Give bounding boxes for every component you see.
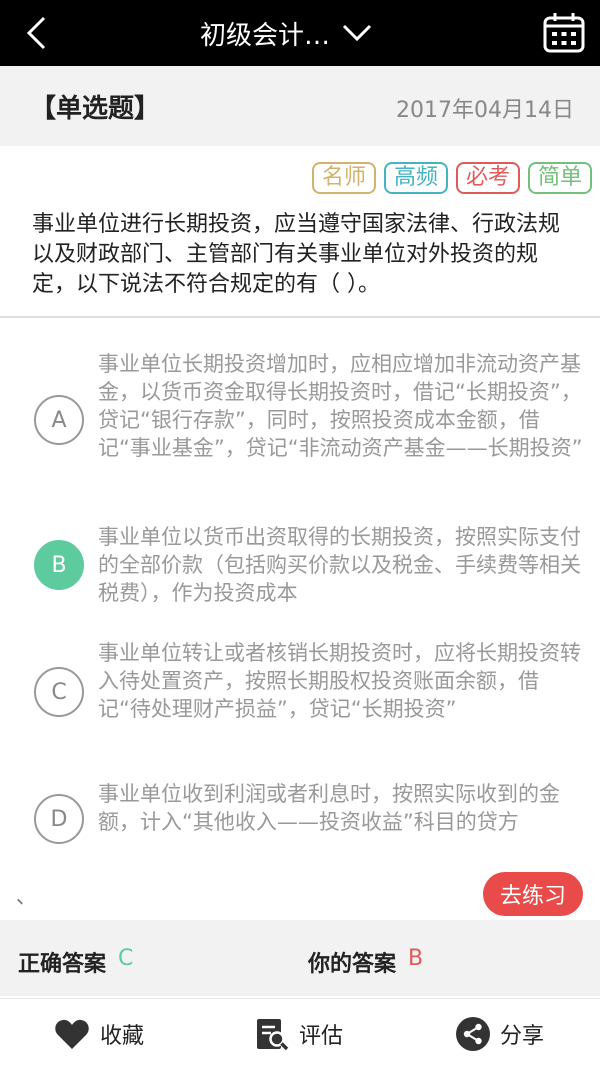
report-search-icon (257, 1019, 289, 1051)
favorite-label: 收藏 (100, 1024, 145, 1049)
correct-answer-value: C (118, 946, 134, 971)
question-header: 【单选题】 2017年04月14日 (0, 66, 600, 146)
divider (0, 316, 600, 318)
title-dropdown[interactable]: 初级会计… (200, 0, 372, 66)
share-button[interactable]: 分享 (456, 1014, 544, 1054)
tag-teacher: 名师 (311, 162, 376, 194)
evaluate-button[interactable]: 评估 (255, 1014, 343, 1054)
question-text: 事业单位进行长期投资，应当遵守国家法律、行政法规以及财政部门、主管部门有关事业单… (32, 212, 561, 297)
tag-frequent: 高频 (383, 162, 448, 194)
option-d-text: 事业单位收到利润或者利息时，按照实际收到的金额，计入“其他收入——投资收益”科目… (98, 782, 560, 834)
question-date: 2017年04月14日 (396, 98, 574, 123)
answer-summary: 正确答案 C 你的答案 B (0, 920, 600, 996)
option-d[interactable]: D 事业单位收到利润或者利息时，按照实际收到的金额，计入“其他收入——投资收益”… (0, 777, 600, 867)
favorite-button[interactable]: 收藏 (54, 1014, 144, 1054)
correct-answer-label: 正确答案 (18, 952, 107, 977)
option-b-letter: B (34, 540, 84, 590)
practice-button[interactable]: 去练习 (483, 872, 583, 916)
heart-icon (55, 1019, 89, 1049)
option-c-letter: C (34, 667, 84, 717)
option-b[interactable]: B 事业单位以货币出资取得的长期投资，按照实际支付的全部价款（包括购买价款以及税… (0, 520, 600, 610)
option-b-text: 事业单位以货币出资取得的长期投资，按照实际支付的全部价款（包括购买价款以及税金、… (98, 525, 581, 605)
option-c[interactable]: C 事业单位转让或者核销长期投资时，应将长期投资转入待处置资产，按照长期股权投资… (0, 636, 600, 756)
chevron-down-icon (342, 24, 372, 42)
your-answer-label: 你的答案 (308, 952, 397, 977)
tag-list: 名师 高频 必考 简单 (311, 162, 592, 194)
option-a[interactable]: A 事业单位长期投资增加时，应相应增加非流动资产基金，以货币资金取得长期投资时，… (0, 346, 600, 496)
question-type: 【单选题】 (30, 94, 161, 124)
bottom-bar: 收藏 评估 分享 (0, 998, 600, 1067)
option-d-letter: D (34, 794, 84, 844)
share-icon (456, 1017, 490, 1051)
evaluate-label: 评估 (299, 1024, 344, 1049)
option-c-text: 事业单位转让或者核销长期投资时，应将长期投资转入待处置资产，按照长期股权投资账面… (98, 641, 581, 721)
top-bar: 初级会计… (0, 0, 600, 66)
tag-easy: 简单 (527, 162, 592, 194)
your-answer-value: B (408, 946, 424, 971)
back-arrow-icon (26, 16, 46, 50)
back-button[interactable] (14, 10, 58, 56)
page-title: 初级会计… (200, 20, 331, 51)
tag-required: 必考 (455, 162, 520, 194)
calendar-icon (543, 13, 585, 53)
calendar-button[interactable] (542, 11, 586, 55)
option-a-text: 事业单位长期投资增加时，应相应增加非流动资产基金，以货币资金取得长期投资时，借记… (98, 352, 583, 460)
share-label: 分享 (500, 1024, 545, 1049)
option-a-letter: A (34, 395, 84, 445)
stray-mark: 、 (16, 884, 36, 908)
